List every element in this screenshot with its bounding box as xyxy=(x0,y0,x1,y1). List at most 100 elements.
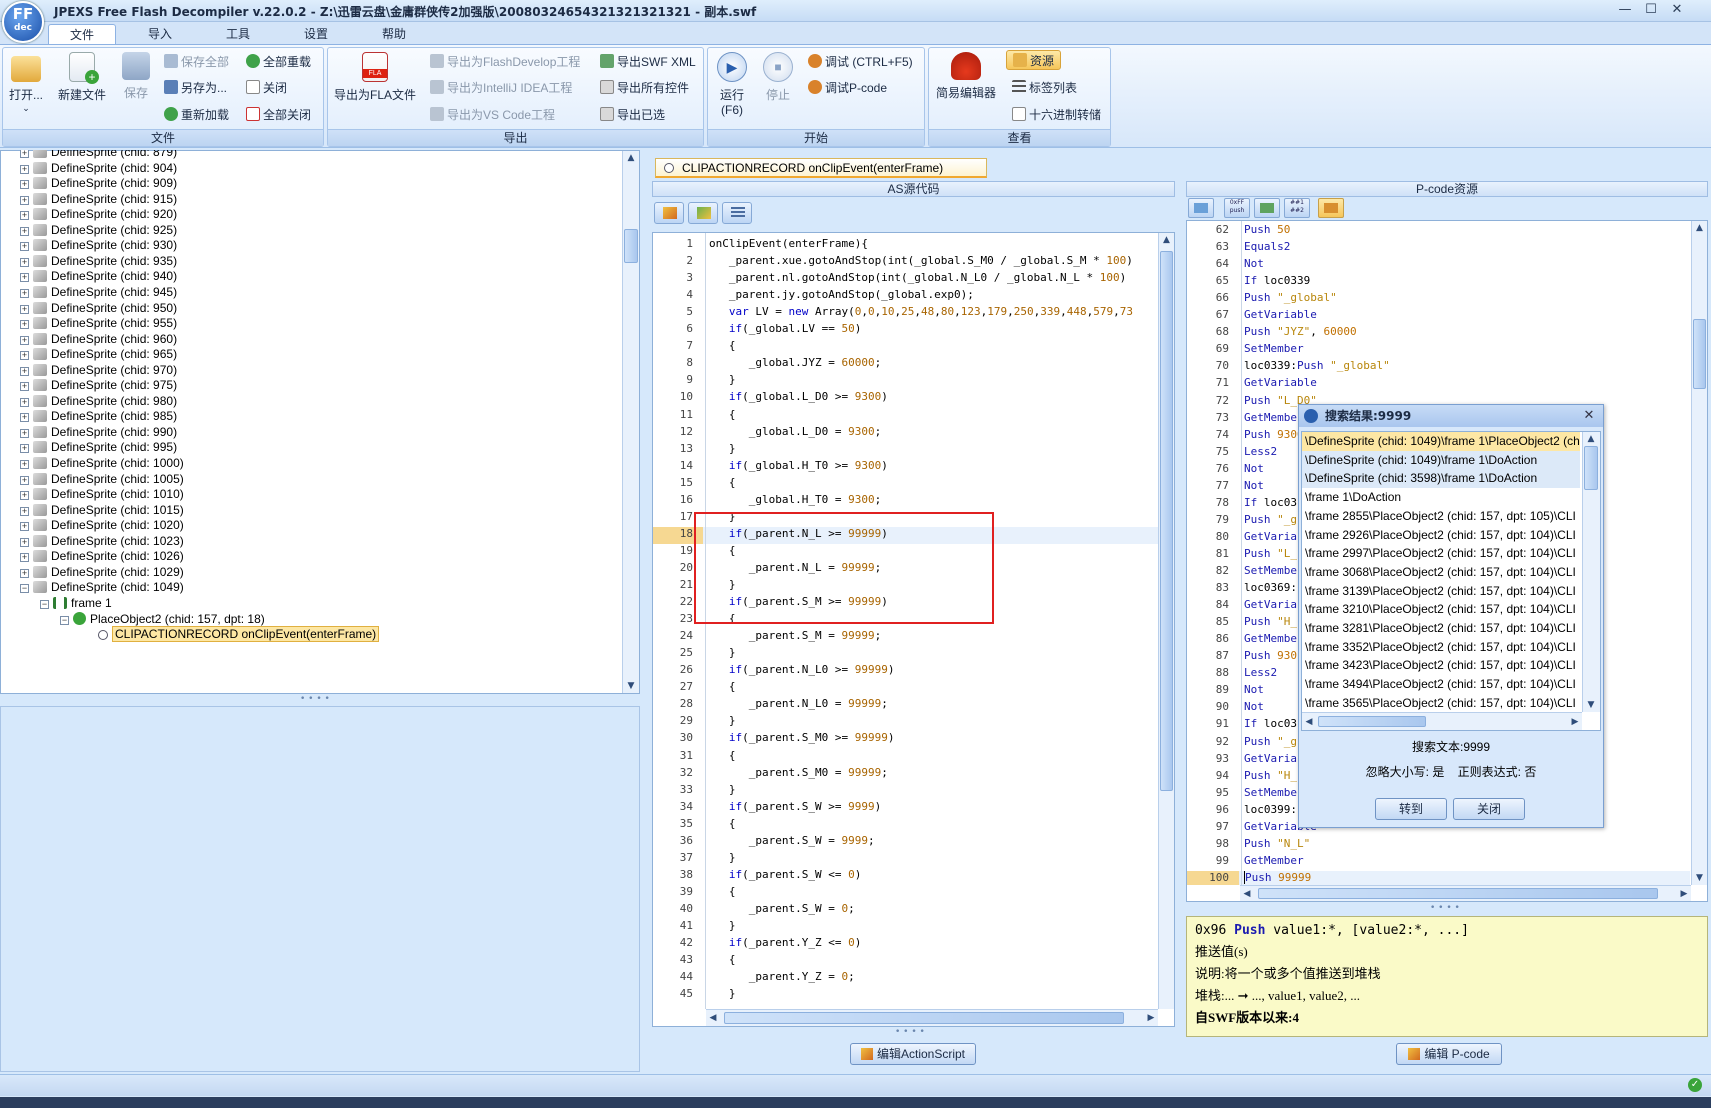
scroll-up-icon[interactable]: ▲ xyxy=(623,151,639,165)
pcode-line[interactable]: Push "H_ xyxy=(1244,615,1297,628)
pcode-line[interactable]: Not xyxy=(1244,479,1264,492)
pcode-line[interactable]: Push 50 xyxy=(1244,223,1290,236)
pcode-graph-button[interactable] xyxy=(1188,198,1214,218)
expand-icon[interactable]: + xyxy=(20,211,29,221)
pcode-line[interactable]: GetVaria xyxy=(1244,598,1297,611)
scroll-left-icon[interactable]: ◀ xyxy=(706,1011,720,1025)
pcode-constants-button[interactable]: ##1 ##2 xyxy=(1284,198,1310,218)
scroll-thumb[interactable] xyxy=(1693,319,1706,389)
search-result-item[interactable]: \frame 3352\PlaceObject2 (chid: 157, dpt… xyxy=(1302,638,1580,657)
close-icon[interactable]: ✕ xyxy=(1581,408,1597,424)
results-vscrollbar[interactable]: ▲ ▼ xyxy=(1582,432,1600,712)
code-line[interactable]: { xyxy=(709,749,736,762)
code-line[interactable]: _parent.S_M = 99999; xyxy=(709,629,881,642)
export-selected-button[interactable]: 导出已选 xyxy=(600,105,665,125)
expand-icon[interactable]: + xyxy=(20,382,29,392)
code-line[interactable]: if(_parent.N_L0 >= 99999) xyxy=(709,663,895,676)
pcode-line[interactable]: Push "JYZ", 60000 xyxy=(1244,325,1357,338)
tab-help[interactable]: 帮助 xyxy=(370,24,418,44)
tree-row-placeobject[interactable]: − PlaceObject2 (chid: 157, dpt: 18) xyxy=(60,611,265,628)
pcode-line[interactable]: GetVariable xyxy=(1244,376,1317,389)
expand-icon[interactable]: + xyxy=(20,335,29,345)
pcode-line[interactable]: If loc0339 xyxy=(1244,274,1310,287)
search-result-item[interactable]: \frame 3139\PlaceObject2 (chid: 157, dpt… xyxy=(1302,582,1580,601)
tree-row-sprite[interactable]: + DefineSprite (chid: 1020) xyxy=(20,517,184,534)
expand-icon[interactable]: + xyxy=(20,226,29,236)
scroll-down-icon[interactable]: ▼ xyxy=(1583,698,1599,712)
hex-dump-button[interactable]: 十六进制转储 xyxy=(1012,105,1101,125)
tree-row-sprite[interactable]: + DefineSprite (chid: 930) xyxy=(20,237,177,254)
pcode-line[interactable]: Push "_global" xyxy=(1244,291,1337,304)
expand-icon[interactable]: + xyxy=(20,522,29,532)
pcode-line[interactable]: GetMembe xyxy=(1244,632,1297,645)
code-line[interactable]: { xyxy=(709,885,736,898)
close-all-button[interactable]: 全部关闭 xyxy=(246,105,311,125)
as-vscrollbar[interactable]: ▲ xyxy=(1158,233,1174,1009)
search-result-item[interactable]: \frame 3423\PlaceObject2 (chid: 157, dpt… xyxy=(1302,656,1580,675)
tree-row-sprite[interactable]: + DefineSprite (chid: 1023) xyxy=(20,533,184,550)
pcode-line[interactable]: SetMembe xyxy=(1244,564,1297,577)
stop-button[interactable]: ■ 停止 xyxy=(758,52,798,103)
maximize-icon[interactable]: ☐ xyxy=(1640,2,1662,18)
search-result-item[interactable]: \frame 1\DoAction xyxy=(1302,488,1580,507)
edit-pcode-button[interactable]: 编辑 P-code xyxy=(1396,1043,1502,1065)
code-line[interactable]: _parent.S_M0 = 99999; xyxy=(709,766,888,779)
scroll-up-icon[interactable]: ▲ xyxy=(1159,233,1174,247)
tree-row-sprite[interactable]: + DefineSprite (chid: 1026) xyxy=(20,548,184,565)
new-file-button[interactable]: + 新建文件 xyxy=(54,52,110,103)
pcode-vscrollbar[interactable]: ▲ ▼ xyxy=(1691,221,1707,885)
tab-import[interactable]: 导入 xyxy=(136,24,184,44)
pcode-resolve-button[interactable] xyxy=(1254,198,1280,218)
scroll-down-icon[interactable]: ▼ xyxy=(623,679,639,693)
expand-icon[interactable]: + xyxy=(20,273,29,283)
simple-editor-button[interactable]: 简易编辑器 xyxy=(932,52,1000,101)
expand-icon[interactable]: + xyxy=(20,491,29,501)
code-line[interactable]: if(_parent.S_M0 >= 99999) xyxy=(709,731,895,744)
expand-icon[interactable]: + xyxy=(20,553,29,563)
export-all-controls-button[interactable]: 导出所有控件 xyxy=(600,78,689,98)
code-line[interactable]: } xyxy=(709,783,736,796)
pcode-line[interactable]: Push "_g xyxy=(1244,513,1297,526)
scroll-thumb[interactable] xyxy=(1318,716,1426,727)
reload-all-button[interactable]: 全部重载 xyxy=(246,52,311,72)
collapse-icon[interactable]: − xyxy=(20,584,29,594)
tree-row-sprite[interactable]: + DefineSprite (chid: 995) xyxy=(20,439,177,456)
expand-icon[interactable]: + xyxy=(20,164,29,174)
tag-list-button[interactable]: 标签列表 xyxy=(1012,78,1077,98)
tree-row-clipaction[interactable]: CLIPACTIONRECORD onClipEvent(enterFrame) xyxy=(98,626,380,643)
pcode-line[interactable]: GetVaria xyxy=(1244,752,1297,765)
pcode-line[interactable]: loc0369: xyxy=(1244,581,1297,594)
pcode-line[interactable]: GetMember xyxy=(1244,411,1304,424)
tree-row-sprite[interactable]: + DefineSprite (chid: 980) xyxy=(20,393,177,410)
expand-icon[interactable]: + xyxy=(20,351,29,361)
expand-icon[interactable]: + xyxy=(20,475,29,485)
search-result-item[interactable]: \frame 2997\PlaceObject2 (chid: 157, dpt… xyxy=(1302,544,1580,563)
tree-row-sprite[interactable]: + DefineSprite (chid: 950) xyxy=(20,300,177,317)
code-line[interactable]: { xyxy=(709,408,736,421)
pcode-line[interactable]: Not xyxy=(1244,700,1264,713)
pcode-line[interactable]: GetVariable xyxy=(1244,308,1317,321)
export-vscode-button[interactable]: 导出为VS Code工程 xyxy=(430,105,555,125)
splitter-handle[interactable]: • • • • xyxy=(895,1028,931,1037)
expand-icon[interactable]: + xyxy=(20,428,29,438)
expand-icon[interactable]: + xyxy=(20,444,29,454)
search-result-item[interactable]: \frame 2926\PlaceObject2 (chid: 157, dpt… xyxy=(1302,526,1580,545)
pcode-line[interactable]: Push "N_L" xyxy=(1244,837,1310,850)
tree-row-sprite[interactable]: + DefineSprite (chid: 955) xyxy=(20,315,177,332)
expand-icon[interactable]: + xyxy=(20,568,29,578)
tree-row-sprite[interactable]: + DefineSprite (chid: 915) xyxy=(20,191,177,208)
save-all-button[interactable]: 保存全部 xyxy=(164,52,229,72)
minimize-icon[interactable]: — xyxy=(1614,2,1636,18)
code-line[interactable]: } xyxy=(709,851,736,864)
pcode-line[interactable]: loc0339:Push "_global" xyxy=(1244,359,1390,372)
code-line[interactable]: _global.L_D0 = 9300; xyxy=(709,425,881,438)
doc-tab[interactable]: CLIPACTIONRECORD onClipEvent(enterFrame) xyxy=(655,158,987,178)
search-result-item[interactable]: \DefineSprite (chid: 3598)\frame 1\DoAct… xyxy=(1302,469,1580,489)
tree-row-sprite[interactable]: + DefineSprite (chid: 945) xyxy=(20,284,177,301)
reload-button[interactable]: 重新加载 xyxy=(164,105,229,125)
code-line[interactable]: } xyxy=(709,442,736,455)
tab-tools[interactable]: 工具 xyxy=(214,24,262,44)
code-line[interactable]: _global.H_T0 = 9300; xyxy=(709,493,881,506)
tree-row-sprite[interactable]: + DefineSprite (chid: 985) xyxy=(20,408,177,425)
search-result-item[interactable]: \frame 3281\PlaceObject2 (chid: 157, dpt… xyxy=(1302,619,1580,638)
